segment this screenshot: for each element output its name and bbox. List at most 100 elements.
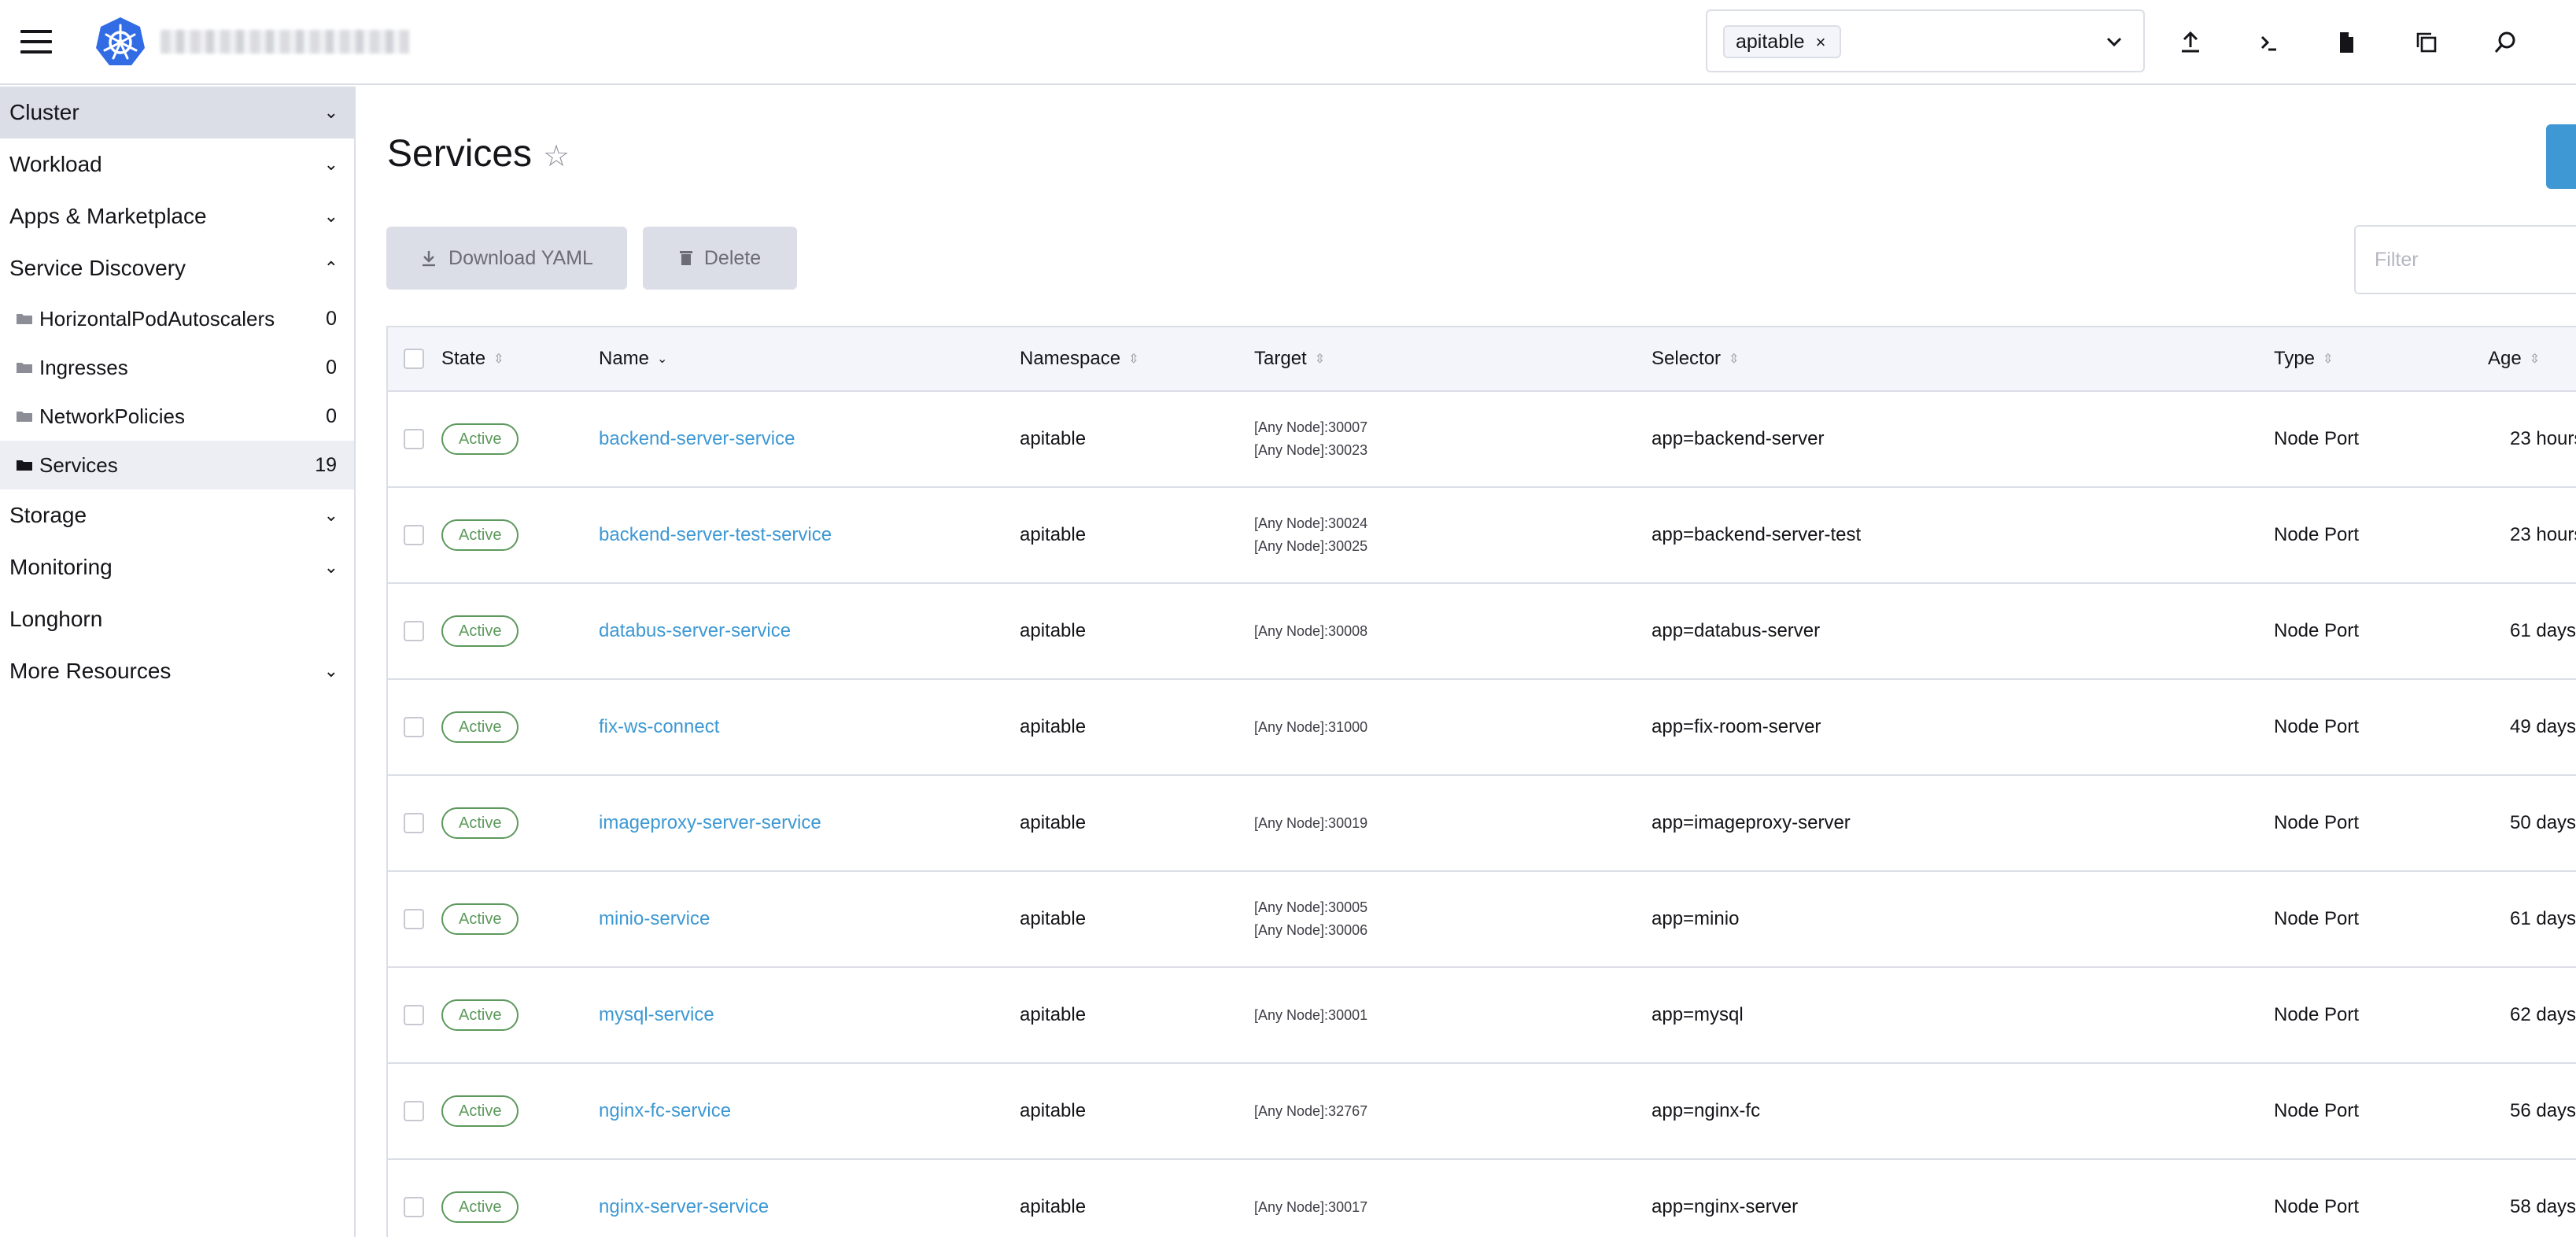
kubectl-shell-button[interactable] xyxy=(2250,24,2288,61)
table-row: Active backend-server-test-service apita… xyxy=(388,488,2576,584)
namespace-filter-select[interactable]: apitable × xyxy=(1706,9,2145,72)
status-badge: Active xyxy=(441,711,519,743)
row-checkbox[interactable] xyxy=(404,429,424,449)
column-header-type[interactable]: Type ⇳ xyxy=(2274,327,2333,390)
row-checkbox[interactable] xyxy=(404,621,424,641)
star-icon[interactable]: ☆ xyxy=(543,138,570,174)
row-checkbox[interactable] xyxy=(404,909,424,929)
nav-group-storage[interactable]: Storage ⌄ xyxy=(0,489,354,541)
type-cell: Node Port xyxy=(2274,524,2360,545)
name-cell: mysql-service xyxy=(599,968,714,1062)
create-button[interactable] xyxy=(2546,124,2576,189)
target-port: [Any Node]:30025 xyxy=(1254,538,1368,554)
name-cell: databus-server-service xyxy=(599,584,791,678)
selector-cell: app=nginx-fc xyxy=(1652,1100,1761,1121)
row-checkbox[interactable] xyxy=(404,1101,424,1121)
target-port: [Any Node]:30008 xyxy=(1254,622,1368,639)
service-name-link[interactable]: nginx-fc-service xyxy=(599,1100,731,1122)
search-button[interactable] xyxy=(2486,24,2524,61)
namespace-chip[interactable]: apitable × xyxy=(1723,25,1842,58)
upload-button[interactable] xyxy=(2172,24,2209,61)
copy-kubeconfig-button[interactable] xyxy=(2408,24,2445,61)
target-cell: [Any Node]:30024 [Any Node]:30025 xyxy=(1254,488,1367,582)
row-checkbox[interactable] xyxy=(404,1005,424,1025)
column-header-name[interactable]: Name ⌄ xyxy=(599,327,667,390)
state-cell: Active xyxy=(441,1064,519,1158)
status-badge: Active xyxy=(441,423,519,455)
target-cell: [Any Node]:30019 xyxy=(1254,776,1367,870)
namespace-cell: apitable xyxy=(1020,1100,1087,1121)
filter-input[interactable] xyxy=(2356,227,2576,293)
nav-group-service-discovery[interactable]: Service Discovery ⌃ xyxy=(0,242,354,294)
kubeconfig-button[interactable] xyxy=(2327,24,2365,61)
status-badge: Active xyxy=(441,519,519,551)
folder-open-icon xyxy=(17,460,32,471)
column-header-selector[interactable]: Selector ⇳ xyxy=(1652,327,1739,390)
service-name-link[interactable]: minio-service xyxy=(599,908,710,930)
state-cell: Active xyxy=(441,872,519,966)
namespace-cell: apitable xyxy=(1020,524,1087,545)
nav-group-apps-marketplace[interactable]: Apps & Marketplace ⌄ xyxy=(0,190,354,242)
top-header: apitable × xyxy=(0,0,2576,85)
nav-group-longhorn[interactable]: Longhorn xyxy=(0,593,354,645)
nav-group-label: Workload xyxy=(9,152,102,176)
row-checkbox[interactable] xyxy=(404,717,424,737)
namespace-cell: apitable xyxy=(1020,428,1087,449)
nav-group-more-resources[interactable]: More Resources ⌄ xyxy=(0,645,354,697)
main-content: Services ☆ Download YAML Delete State ⇳ N… xyxy=(357,87,2576,1237)
nav-group-monitoring[interactable]: Monitoring ⌄ xyxy=(0,541,354,593)
sidebar-item-label: Ingresses xyxy=(39,355,128,379)
service-name-link[interactable]: backend-server-service xyxy=(599,428,795,450)
sidebar-item-ingresses[interactable]: Ingresses 0 xyxy=(0,343,354,392)
service-name-link[interactable]: nginx-server-service xyxy=(599,1196,769,1218)
sort-icon: ⇳ xyxy=(2323,353,2334,366)
column-header-namespace[interactable]: Namespace ⇳ xyxy=(1020,327,1139,390)
cluster-name-blurred xyxy=(161,30,409,54)
target-port: [Any Node]:30024 xyxy=(1254,515,1368,531)
nav-group-workload[interactable]: Workload ⌄ xyxy=(0,138,354,190)
row-checkbox[interactable] xyxy=(404,525,424,545)
type-cell: Node Port xyxy=(2274,1004,2360,1025)
column-header-age[interactable]: Age ⇳ xyxy=(2488,327,2540,390)
sidebar-item-networkpolicies[interactable]: NetworkPolicies 0 xyxy=(0,392,354,441)
service-name-link[interactable]: imageproxy-server-service xyxy=(599,812,821,834)
sidebar-item-services[interactable]: Services 19 xyxy=(0,441,354,489)
row-checkbox[interactable] xyxy=(404,813,424,833)
nav-group-cluster[interactable]: Cluster ⌄ xyxy=(0,87,354,138)
sidebar-item-count: 19 xyxy=(315,453,337,476)
download-icon xyxy=(423,251,436,267)
sort-icon: ⇳ xyxy=(1729,353,1740,366)
kubernetes-logo-icon[interactable] xyxy=(94,16,146,68)
delete-button[interactable]: Delete xyxy=(643,227,797,290)
service-name-link[interactable]: mysql-service xyxy=(599,1004,714,1026)
column-header-state[interactable]: State ⇳ xyxy=(441,327,504,390)
chevron-down-icon: ⌄ xyxy=(323,557,338,577)
namespace-chip-label: apitable xyxy=(1736,31,1805,53)
type-cell: Node Port xyxy=(2274,1196,2360,1217)
column-label: Type xyxy=(2274,348,2316,369)
selector-cell: app=fix-room-server xyxy=(1652,716,1821,737)
state-cell: Active xyxy=(441,1160,519,1237)
select-all-checkbox[interactable] xyxy=(404,349,424,369)
column-label: Namespace xyxy=(1020,348,1121,369)
nav-group-label: More Resources xyxy=(9,659,172,683)
chevron-down-icon: ⌄ xyxy=(323,505,338,525)
row-checkbox[interactable] xyxy=(404,1197,424,1217)
state-cell: Active xyxy=(441,584,519,678)
hamburger-icon[interactable] xyxy=(20,30,52,54)
nav-group-label: Longhorn xyxy=(9,607,103,631)
target-cell: [Any Node]:30008 xyxy=(1254,584,1367,678)
chevron-down-icon[interactable] xyxy=(2102,30,2126,54)
filter-field[interactable] xyxy=(2354,225,2576,294)
sidebar-item-hpa[interactable]: HorizontalPodAutoscalers 0 xyxy=(0,294,354,343)
service-name-link[interactable]: fix-ws-connect xyxy=(599,716,719,738)
download-yaml-button[interactable]: Download YAML xyxy=(386,227,627,290)
sidebar-item-label: HorizontalPodAutoscalers xyxy=(39,306,275,330)
service-name-link[interactable]: backend-server-test-service xyxy=(599,524,832,546)
service-name-link[interactable]: databus-server-service xyxy=(599,620,791,642)
selector-cell: app=minio xyxy=(1652,908,1740,929)
namespace-cell: apitable xyxy=(1020,908,1087,929)
sidebar-item-label: NetworkPolicies xyxy=(39,404,185,428)
chip-remove-icon[interactable]: × xyxy=(1816,32,1826,52)
column-header-target[interactable]: Target ⇳ xyxy=(1254,327,1325,390)
